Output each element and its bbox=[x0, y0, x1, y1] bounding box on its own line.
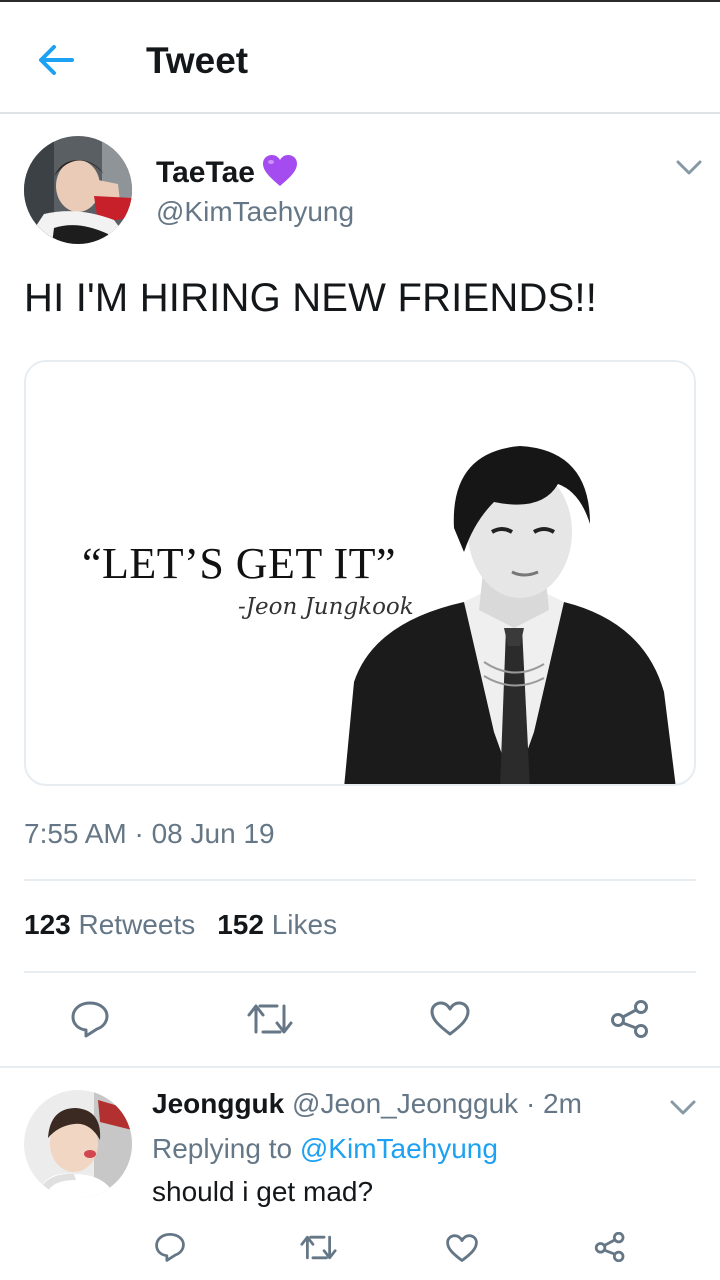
like-icon[interactable] bbox=[446, 1234, 478, 1263]
reply-author-avatar[interactable] bbox=[24, 1090, 132, 1198]
divider bbox=[24, 879, 696, 881]
page-title: Tweet bbox=[146, 40, 249, 81]
top-app-bar: Tweet bbox=[0, 0, 720, 114]
tweet-timestamp: 7:55 AM · 08 Jun 19 bbox=[24, 818, 275, 849]
author-display-name[interactable]: TaeTae bbox=[156, 156, 255, 190]
chevron-down-icon[interactable] bbox=[676, 160, 702, 176]
retweets-stat[interactable]: 123 Retweets bbox=[24, 909, 195, 940]
arrow-left-icon bbox=[39, 45, 74, 75]
reply-text: should i get mad? bbox=[152, 1176, 374, 1207]
reply-header: Jeongguk @Jeon_Jeongguk · 2m bbox=[152, 1088, 582, 1120]
tweet-media[interactable]: “LET’S GET IT” -Jeon Jungkook bbox=[24, 360, 696, 786]
section-divider bbox=[0, 1066, 720, 1068]
share-icon[interactable] bbox=[610, 1000, 650, 1038]
chevron-down-icon[interactable] bbox=[670, 1100, 696, 1116]
replying-to-line: Replying to @KimTaehyung bbox=[152, 1133, 498, 1165]
author-handle[interactable]: @KimTaehyung bbox=[156, 196, 354, 228]
reply-icon[interactable] bbox=[154, 1232, 186, 1262]
retweets-label: Retweets bbox=[78, 909, 196, 940]
purple-heart-icon bbox=[263, 155, 297, 186]
replying-to-link[interactable]: @KimTaehyung bbox=[300, 1133, 498, 1164]
replying-to-prefix: Replying to bbox=[152, 1133, 293, 1164]
retweet-icon[interactable] bbox=[247, 1002, 293, 1036]
retweet-icon[interactable] bbox=[300, 1234, 337, 1261]
likes-stat[interactable]: 152 Likes bbox=[217, 909, 337, 940]
tweet-stats: 123 Retweets 152 Likes bbox=[24, 909, 359, 941]
back-button[interactable] bbox=[36, 40, 76, 80]
reply-time: · 2m bbox=[525, 1088, 582, 1119]
likes-label: Likes bbox=[271, 909, 338, 940]
like-icon[interactable] bbox=[430, 1001, 470, 1037]
portrait-photo bbox=[344, 446, 676, 784]
retweets-count: 123 bbox=[24, 909, 71, 940]
share-icon[interactable] bbox=[594, 1232, 626, 1262]
divider bbox=[24, 971, 696, 973]
likes-count: 152 bbox=[217, 909, 264, 940]
tweet-text: HI I'M HIRING NEW FRIENDS!! bbox=[24, 276, 598, 320]
reply-author-handle[interactable]: @Jeon_Jeongguk bbox=[292, 1088, 518, 1119]
reply-icon[interactable] bbox=[70, 1000, 110, 1038]
author-avatar[interactable] bbox=[24, 136, 132, 244]
reply-author-display-name[interactable]: Jeongguk bbox=[152, 1088, 284, 1119]
